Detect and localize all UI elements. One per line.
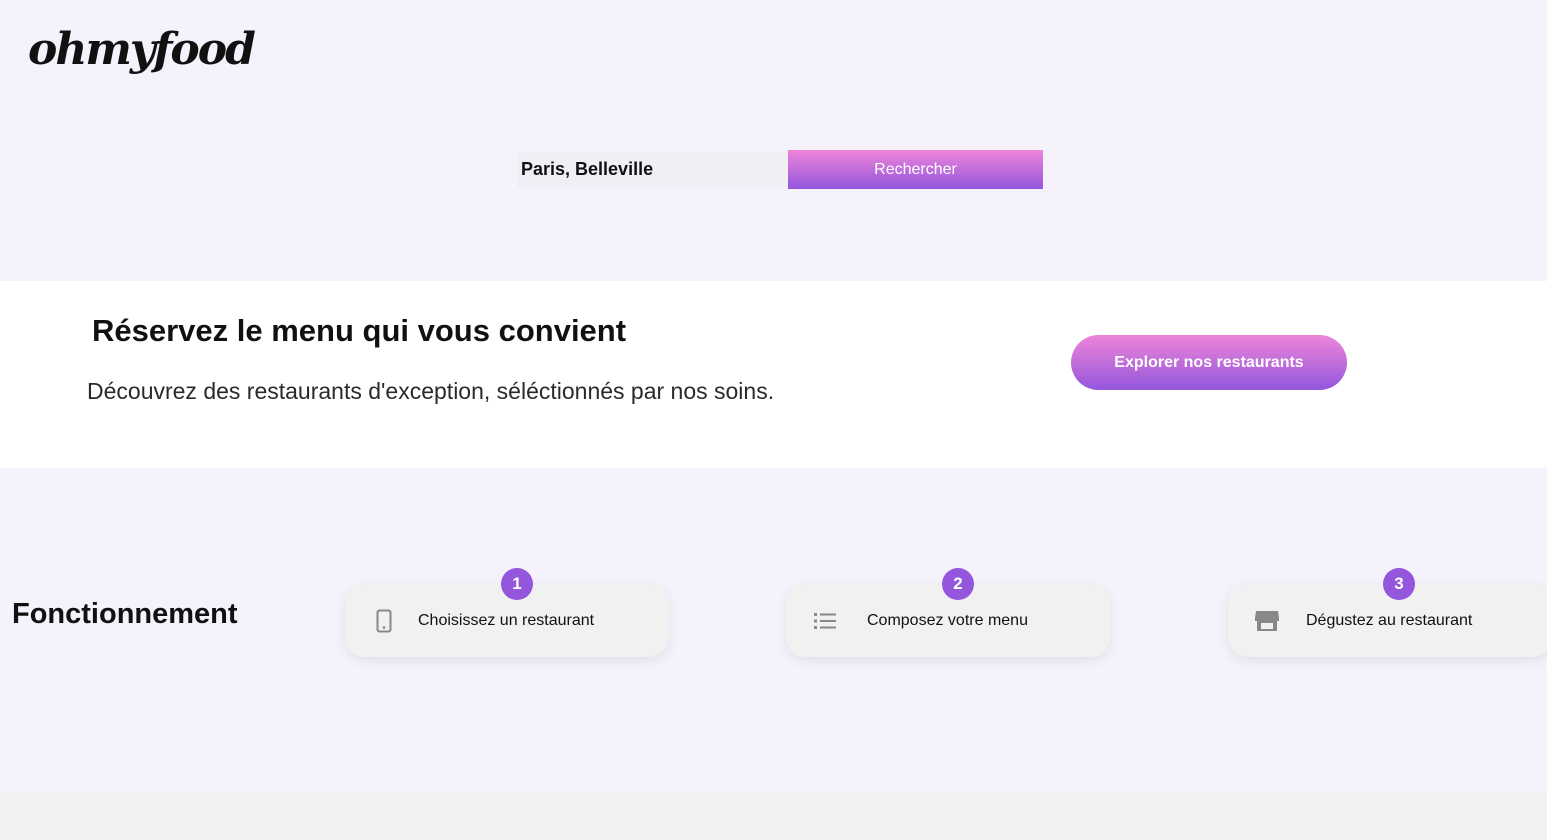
hero-title: Réservez le menu qui vous convient	[92, 313, 627, 348]
hero-subtitle: Découvrez des restaurants d'exception, s…	[87, 378, 775, 404]
step-label: Choisissez un restaurant	[418, 612, 595, 629]
step-card-1: 1 Choisissez un restaurant	[345, 568, 669, 657]
step-number-badge: 3	[1383, 568, 1415, 600]
hero-section: Réservez le menu qui vous convient Décou…	[0, 281, 1547, 468]
list-icon	[812, 608, 838, 634]
step-card-2: 2 Composez votre menu	[786, 568, 1110, 657]
explore-restaurants-button[interactable]: Explorer nos restaurants	[1071, 335, 1347, 390]
step-number-badge: 1	[501, 568, 533, 600]
step-label: Composez votre menu	[867, 612, 1028, 629]
smartphone-icon	[371, 608, 397, 634]
how-it-works-section: Fonctionnement 1 Choisissez un restauran…	[0, 468, 1547, 792]
ohmyfood-logo[interactable]: ohmyfood	[28, 24, 256, 75]
section-title: Fonctionnement	[12, 598, 238, 630]
storefront-icon	[1254, 608, 1280, 634]
step-card-3: 3 Dégustez au restaurant	[1228, 568, 1547, 657]
location-field[interactable]: Paris, Belleville	[517, 151, 788, 188]
location-search: Paris, Belleville Rechercher	[517, 150, 1043, 189]
step-number-badge: 2	[942, 568, 974, 600]
footer	[0, 792, 1547, 840]
site-header: ohmyfood Paris, Belleville Rechercher	[0, 0, 1547, 281]
search-button[interactable]: Rechercher	[788, 150, 1043, 189]
step-label: Dégustez au restaurant	[1306, 612, 1473, 629]
